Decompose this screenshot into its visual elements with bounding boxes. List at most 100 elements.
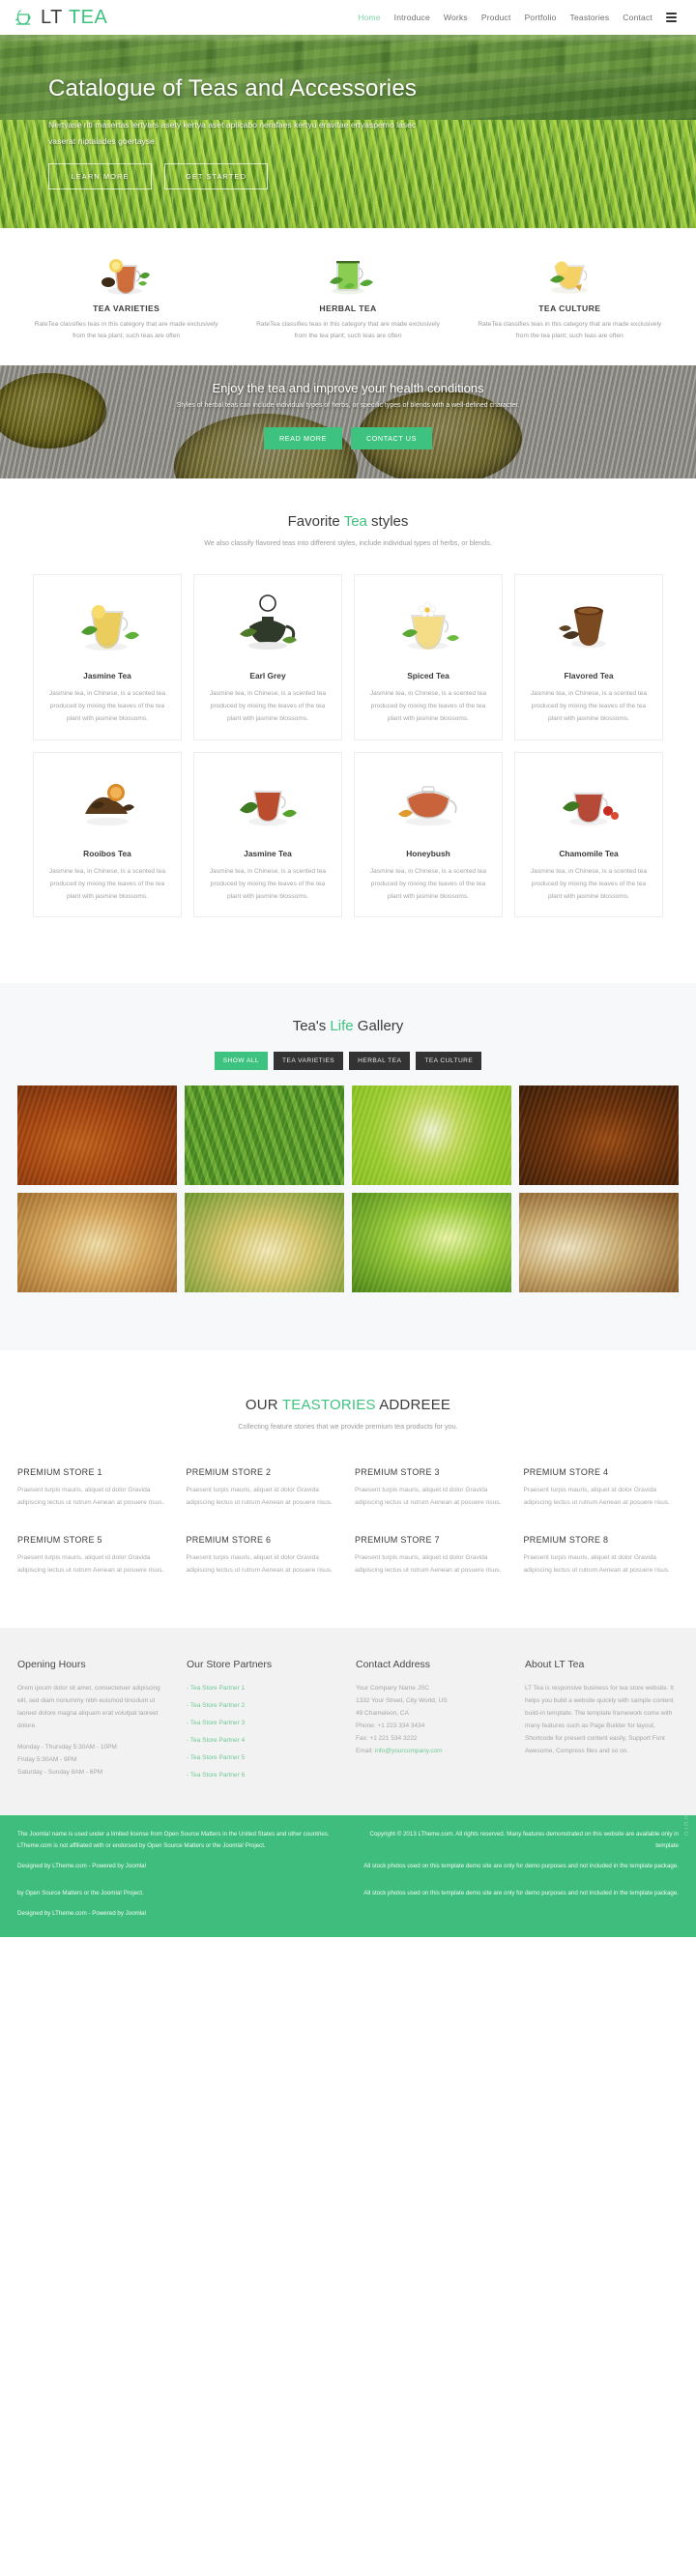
gallery-item[interactable] xyxy=(17,1085,177,1186)
tea-card[interactable]: Earl Grey Jasmine tea, in Chinese, is a … xyxy=(193,574,342,740)
store-title: PREMIUM STORE 7 xyxy=(355,1535,440,1546)
store-grid: PREMIUM STORE 1 Praesent turpis mauris, … xyxy=(0,1467,696,1577)
nav-item-contact[interactable]: Contact xyxy=(623,13,652,22)
list-item[interactable]: - Tea Store Partner 2 xyxy=(187,1699,340,1712)
gallery-item[interactable] xyxy=(17,1193,177,1293)
contact-us-button[interactable]: CONTACT US xyxy=(350,427,432,450)
store-item: PREMIUM STORE 8 Praesent turpis mauris, … xyxy=(524,1535,680,1577)
gallery-section: Tea's Life Gallery SHOW ALL TEA VARIETIE… xyxy=(0,983,696,1351)
tea-card[interactable]: Honeybush Jasmine tea, in Chinese, is a … xyxy=(354,751,503,918)
nav-item-works[interactable]: Works xyxy=(444,13,468,22)
contact-email-link[interactable]: info@yourcompany.com xyxy=(375,1748,443,1754)
learn-more-button[interactable]: LEARN MORE xyxy=(48,163,152,190)
store-title: PREMIUM STORE 6 xyxy=(186,1535,272,1546)
nav-item-teastories[interactable]: Teastories xyxy=(570,13,610,22)
black-tea-cup-icon xyxy=(29,249,223,296)
tea-card[interactable]: Rooibos Tea Jasmine tea, in Chinese, is … xyxy=(33,751,182,918)
partner-link[interactable]: - Tea Store Partner 4 xyxy=(187,1737,245,1744)
footer-hours-desc: Orem ipsum dolor sit amet, consectetuer … xyxy=(17,1684,160,1729)
store-desc: Praesent turpis mauris, aliquet id dolor… xyxy=(186,1487,333,1507)
tea-styles-title: Favorite Tea styles xyxy=(287,513,409,531)
bottom-left-block: The Joomla! name is used under a limited… xyxy=(17,1829,337,1872)
partner-link[interactable]: - Tea Store Partner 6 xyxy=(187,1772,245,1779)
cta-title: Enjoy the tea and improve your health co… xyxy=(212,381,484,396)
tea-card-title: Rooibos Tea xyxy=(83,848,131,858)
bottom-left-block-2: by Open Source Matters or the Joomla! Pr… xyxy=(17,1888,337,1920)
green-tea-cup-icon xyxy=(250,249,445,296)
tea-styles-subtitle: We also classify flavored teas into diff… xyxy=(204,538,492,548)
teastories-title: OUR TEASTORIES ADDREEE xyxy=(245,1397,451,1414)
tea-card[interactable]: Jasmine Tea Jasmine tea, in Chinese, is … xyxy=(33,574,182,740)
tea-styles-grid-row2: Rooibos Tea Jasmine tea, in Chinese, is … xyxy=(0,740,696,918)
teastories-section: OUR TEASTORIES ADDREEE Collecting featur… xyxy=(0,1350,696,1628)
footer-col-partners: Our Store Partners - Tea Store Partner 1… xyxy=(187,1659,340,1786)
contact-city: 49 Chameleon, CA xyxy=(356,1709,409,1717)
contact-street: 1332 Your Street, City World, US xyxy=(356,1696,448,1704)
tea-card[interactable]: Flavored Tea Jasmine tea, in Chinese, is… xyxy=(514,574,663,740)
filter-herbal-tea[interactable]: HERBAL TEA xyxy=(349,1052,411,1071)
contact-company: Your Company Name JSC xyxy=(356,1684,429,1692)
tea-card-desc: Jasmine tea, in Chinese, is a scented te… xyxy=(369,867,487,900)
tea-card[interactable]: Chamomile Tea Jasmine tea, in Chinese, i… xyxy=(514,751,663,918)
filter-tea-culture[interactable]: TEA CULTURE xyxy=(416,1052,482,1071)
gallery-item[interactable] xyxy=(519,1085,679,1186)
list-item[interactable]: - Tea Store Partner 5 xyxy=(187,1751,340,1764)
list-item[interactable]: - Tea Store Partner 1 xyxy=(187,1682,340,1694)
tea-cup-icon xyxy=(14,8,37,27)
tea-card[interactable]: Spiced Tea Jasmine tea, in Chinese, is a… xyxy=(354,574,503,740)
store-item: PREMIUM STORE 6 Praesent turpis mauris, … xyxy=(187,1535,342,1577)
license-text-2: by Open Source Matters or the Joomla! Pr… xyxy=(17,1890,144,1897)
footer-col-opening-hours: Opening Hours Orem ipsum dolor sit amet,… xyxy=(17,1659,171,1786)
tea-card[interactable]: Jasmine Tea Jasmine tea, in Chinese, is … xyxy=(193,751,342,918)
get-started-button[interactable]: GET STARTED xyxy=(164,163,268,190)
nav-item-introduce[interactable]: Introduce xyxy=(394,13,430,22)
red-tea-glass-icon xyxy=(204,765,332,838)
tea-card-title: Spiced Tea xyxy=(407,671,450,681)
honey-teapot-icon xyxy=(364,765,492,838)
gallery-item[interactable] xyxy=(352,1193,511,1293)
gallery-item[interactable] xyxy=(352,1085,511,1186)
contact-email-row: Email: info@yourcompany.com xyxy=(356,1745,509,1757)
gallery-item[interactable] xyxy=(185,1193,344,1293)
partner-link[interactable]: - Tea Store Partner 3 xyxy=(187,1720,245,1726)
hero-banner: Catalogue of Teas and Accessories Nertya… xyxy=(0,35,696,228)
tea-card-desc: Jasmine tea, in Chinese, is a scented te… xyxy=(48,690,166,723)
tea-card-desc: Jasmine tea, in Chinese, is a scented te… xyxy=(209,867,327,900)
footer-contact-title: Contact Address xyxy=(356,1658,431,1670)
store-item: PREMIUM STORE 4 Praesent turpis mauris, … xyxy=(524,1467,680,1510)
partner-link[interactable]: - Tea Store Partner 1 xyxy=(187,1685,245,1692)
list-item[interactable]: - Tea Store Partner 4 xyxy=(187,1734,340,1747)
gallery-item[interactable] xyxy=(519,1193,679,1293)
filter-show-all[interactable]: SHOW ALL xyxy=(214,1052,269,1071)
filter-tea-varieties[interactable]: TEA VARIETIES xyxy=(274,1052,344,1071)
nav-item-home[interactable]: Home xyxy=(358,13,380,22)
gallery-grid xyxy=(0,1085,696,1293)
store-title: PREMIUM STORE 2 xyxy=(186,1467,272,1478)
cta-banner: Enjoy the tea and improve your health co… xyxy=(0,365,696,479)
store-title: PREMIUM STORE 3 xyxy=(355,1467,440,1478)
gallery-item[interactable] xyxy=(185,1085,344,1186)
brand-logo[interactable]: LT TEA xyxy=(14,7,107,29)
store-desc: Praesent turpis mauris, aliquet id dolor… xyxy=(355,1487,502,1507)
copyright-text: Copyright © 2013 LTheme.com. All rights … xyxy=(369,1830,679,1849)
list-item[interactable]: - Tea Store Partner 6 xyxy=(187,1769,340,1781)
footer-col-about: About LT Tea LT Tea is responsive busine… xyxy=(525,1659,679,1786)
nav-item-product[interactable]: Product xyxy=(481,13,511,22)
footer-partners-title: Our Store Partners xyxy=(187,1658,273,1670)
glass-cup-icon xyxy=(44,587,171,660)
tea-card-title: Honeybush xyxy=(406,848,450,858)
nav-item-portfolio[interactable]: Portfolio xyxy=(525,13,557,22)
read-more-button[interactable]: READ MORE xyxy=(264,427,342,450)
feature-herbal-tea: HERBAL TEA RateTea classifies teas in th… xyxy=(237,249,458,342)
list-item[interactable]: - Tea Store Partner 3 xyxy=(187,1717,340,1729)
feature-desc: RateTea classifies teas in this category… xyxy=(256,321,440,340)
footer-about-title: About LT Tea xyxy=(525,1658,585,1670)
teastories-header: OUR TEASTORIES ADDREEE Collecting featur… xyxy=(0,1397,696,1431)
bottom-right-block-2: All stock photos used on this template d… xyxy=(359,1888,679,1920)
store-item: PREMIUM STORE 7 Praesent turpis mauris, … xyxy=(355,1535,510,1577)
partner-link[interactable]: - Tea Store Partner 5 xyxy=(187,1754,245,1761)
store-desc: Praesent turpis mauris, aliquet id dolor… xyxy=(523,1554,670,1574)
honey-tea-cup-icon xyxy=(473,249,667,296)
hamburger-icon[interactable] xyxy=(666,13,677,22)
partner-link[interactable]: - Tea Store Partner 2 xyxy=(187,1702,245,1709)
